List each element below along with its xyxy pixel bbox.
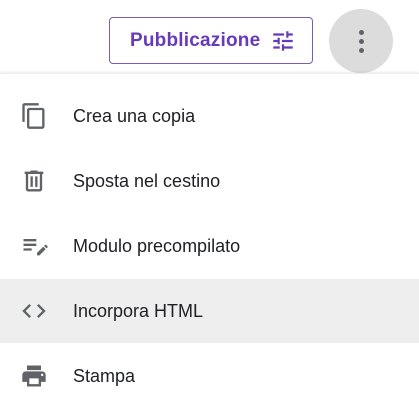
more-vert-icon [359,30,364,35]
tune-icon [273,31,293,51]
edit-note-icon [23,239,48,256]
menu-item-label: Crea una copia [73,106,196,126]
menu-item-move-to-trash[interactable]: Sposta nel cestino [0,149,419,213]
menu-item-make-copy[interactable]: Crea una copia [0,84,419,148]
trash-icon [24,170,44,192]
print-icon [22,365,46,387]
publish-button-label: Pubblicazione [130,30,261,51]
more-options-menu: Crea una copia Sposta nel cestino Modulo… [0,73,419,414]
menu-item-label: Incorpora HTML [73,301,204,321]
publish-button[interactable]: Pubblicazione [109,17,313,64]
more-options-button[interactable] [329,9,393,73]
copy-icon [22,103,45,129]
code-icon [22,304,46,318]
more-vert-icon-dot [359,39,364,44]
menu-item-print[interactable]: Stampa [0,344,419,408]
menu-item-prefilled-form[interactable]: Modulo precompilato [0,214,419,278]
more-vert-icon-dot [359,48,364,53]
menu-item-label: Modulo precompilato [73,236,241,256]
menu-item-embed-html[interactable]: Incorpora HTML [0,279,419,343]
menu-item-label: Stampa [73,366,136,386]
menu-item-label: Sposta nel cestino [73,171,221,191]
top-bar: Pubblicazione [0,0,419,73]
